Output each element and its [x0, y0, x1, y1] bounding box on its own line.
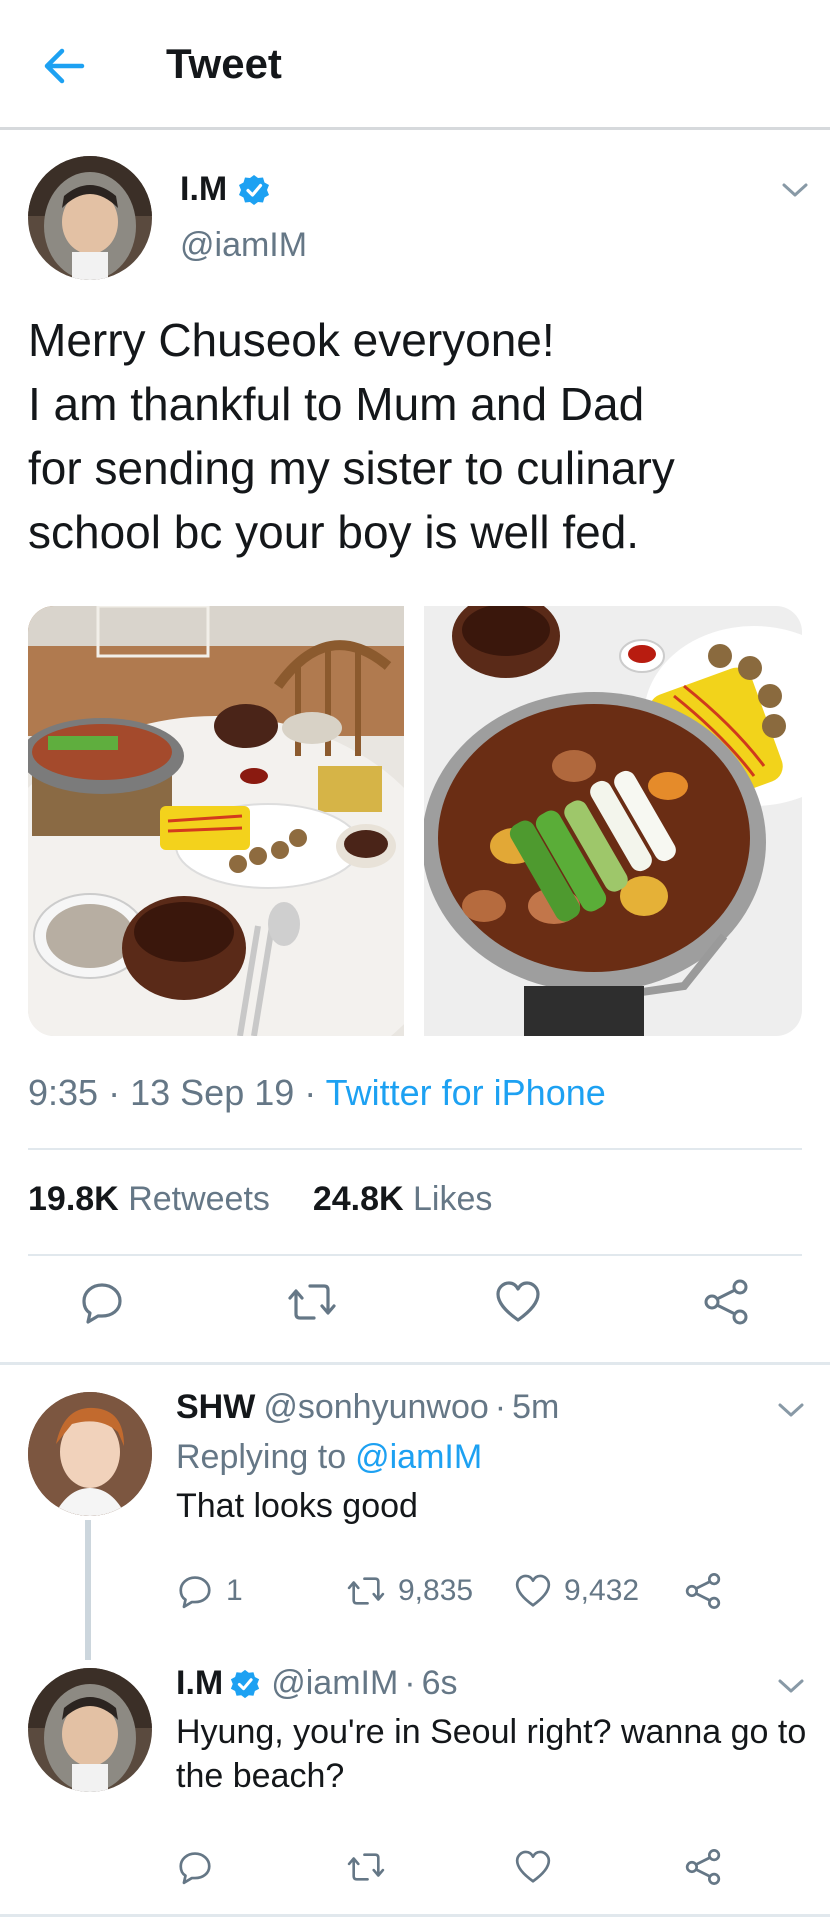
tweet-stats: 19.8K Retweets 24.8K Likes: [28, 1180, 492, 1219]
likes-stat[interactable]: 24.8K Likes: [313, 1180, 493, 1218]
chevron-down-icon: [782, 183, 808, 197]
like-icon: [496, 1281, 540, 1322]
tweet-action-bar: [0, 1278, 830, 1338]
retweets-count: 19.8K: [28, 1180, 119, 1218]
reply-action-bar: [0, 1848, 830, 1908]
share-icon: [704, 1279, 748, 1325]
share-button[interactable]: [702, 1278, 750, 1326]
author-avatar[interactable]: [28, 156, 152, 280]
retweet-icon: [288, 1284, 336, 1320]
verified-badge-icon: [231, 1669, 260, 1698]
verified-badge-icon: [239, 174, 270, 205]
reply-button[interactable]: [78, 1278, 126, 1326]
like-icon: [515, 1850, 551, 1883]
reply-button[interactable]: [176, 1848, 214, 1886]
divider: [28, 1148, 802, 1150]
meta-separator: ·: [108, 1072, 121, 1113]
reply-action-bar: 1 9,835 9,432: [0, 1572, 830, 1632]
reply-options-button[interactable]: [776, 1676, 806, 1696]
top-bar: Tweet: [0, 0, 830, 130]
meta-separator: ·: [404, 1664, 416, 1702]
tweet-options-button[interactable]: [780, 180, 810, 200]
retweet-button[interactable]: [286, 1278, 338, 1326]
reply-button[interactable]: 1: [176, 1572, 243, 1610]
tweet-photo-table-spread[interactable]: [28, 606, 404, 1036]
author-display-name: I.M: [180, 170, 228, 208]
reply-avatar[interactable]: [28, 1392, 152, 1516]
page-title: Tweet: [166, 40, 282, 87]
chevron-down-icon: [778, 1679, 804, 1693]
section-divider: [0, 1362, 830, 1365]
reply-header: SHW @sonhyunwoo · 5m: [176, 1388, 559, 1427]
tweet-source-link[interactable]: Twitter for iPhone: [326, 1072, 606, 1113]
reply-icon: [179, 1576, 211, 1609]
tweet-text: Merry Chuseok everyone! I am thankful to…: [28, 308, 808, 564]
share-button[interactable]: [684, 1848, 722, 1886]
likes-count: 24.8K: [312, 1180, 404, 1218]
tweet-text-line: for sending my sister to culinary: [28, 442, 675, 494]
retweet-button[interactable]: 9,835: [346, 1572, 473, 1610]
share-icon: [685, 1573, 721, 1609]
likes-label: Likes: [413, 1180, 493, 1218]
reply-text: Hyung, you're in Seoul right? wanna go t…: [176, 1710, 816, 1798]
section-divider: [0, 1914, 830, 1917]
reply-handle[interactable]: @sonhyunwoo: [263, 1388, 488, 1427]
retweet-icon: [347, 1577, 385, 1605]
reply-text: That looks good: [176, 1487, 418, 1525]
retweets-label: Retweets: [128, 1180, 270, 1218]
like-button[interactable]: 9,432: [514, 1572, 639, 1610]
author-handle: @iamIM: [180, 226, 308, 264]
back-button[interactable]: [38, 40, 90, 92]
reply-avatar[interactable]: [28, 1668, 152, 1792]
reply-count: 1: [226, 1574, 243, 1607]
like-button[interactable]: [494, 1278, 542, 1326]
reply-icon: [179, 1852, 211, 1885]
meta-separator: ·: [494, 1388, 507, 1426]
reply-time: 5m: [512, 1388, 560, 1426]
like-count: 9,432: [564, 1574, 640, 1607]
reply-handle[interactable]: @iamIM: [271, 1664, 398, 1703]
author-name-row[interactable]: I.M: [180, 170, 271, 209]
reply-options-button[interactable]: [776, 1400, 806, 1420]
tweet-text-line: I am thankful to Mum and Dad: [28, 378, 645, 430]
reply-time: 6s: [421, 1664, 458, 1702]
divider: [28, 1254, 802, 1256]
replying-to-handle[interactable]: @iamIM: [355, 1438, 482, 1477]
reply-text-line: Hyung, you're in Seoul right? wanna go t…: [176, 1713, 807, 1751]
share-button[interactable]: [684, 1572, 722, 1610]
chevron-down-icon: [778, 1403, 804, 1417]
tweet-text-line: Merry Chuseok everyone!: [28, 314, 555, 366]
replying-to: Replying to @iamIM: [176, 1438, 482, 1477]
retweets-stat[interactable]: 19.8K Retweets: [28, 1180, 279, 1218]
retweet-count: 9,835: [398, 1574, 474, 1607]
retweet-icon: [347, 1853, 385, 1881]
reply-display-name[interactable]: SHW: [176, 1388, 255, 1427]
replying-prefix: Replying to: [176, 1438, 347, 1476]
reply-display-name[interactable]: I.M: [176, 1664, 223, 1703]
like-icon: [515, 1574, 551, 1607]
like-button[interactable]: [514, 1848, 552, 1886]
share-icon: [685, 1849, 721, 1885]
reply-header: I.M @iamIM · 6s: [176, 1664, 458, 1703]
tweet-photo-stew-pot[interactable]: [424, 606, 802, 1036]
tweet-meta: 9:35 · 13 Sep 19 · Twitter for iPhone: [28, 1072, 606, 1114]
retweet-button[interactable]: [346, 1848, 386, 1886]
back-arrow-icon: [44, 48, 85, 84]
reply-text-line: the beach?: [176, 1757, 345, 1795]
reply-icon: [82, 1283, 122, 1324]
tweet-text-line: school bc your boy is well fed.: [28, 506, 640, 558]
tweet-date: 13 Sep 19: [130, 1072, 295, 1113]
meta-separator: ·: [304, 1072, 317, 1113]
tweet-time: 9:35: [28, 1072, 99, 1113]
